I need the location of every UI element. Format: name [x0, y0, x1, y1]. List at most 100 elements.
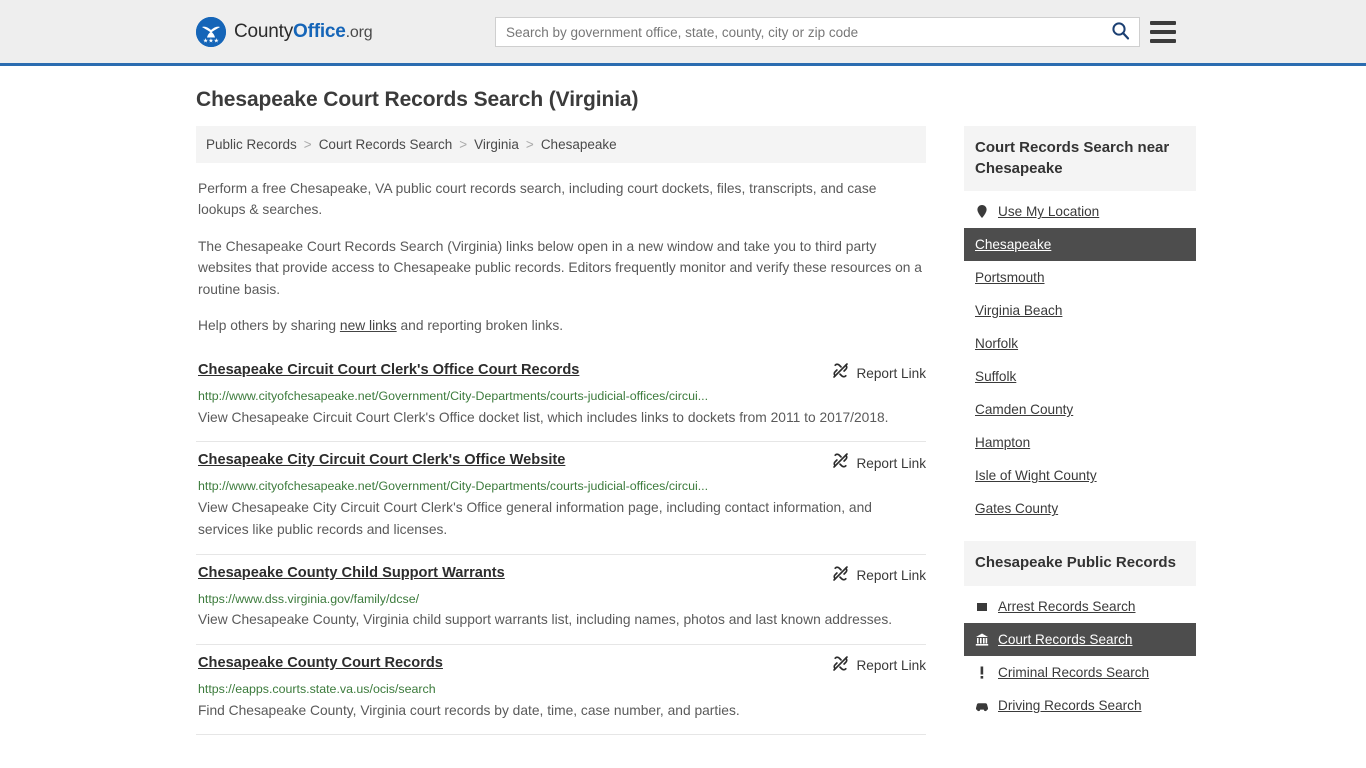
report-link-button[interactable]: Report Link — [832, 655, 926, 677]
brand-part-office: Office — [293, 20, 346, 42]
intro-text: Perform a free Chesapeake, VA public cou… — [196, 178, 926, 336]
site-logo-link[interactable]: ★★★ CountyOffice.org — [196, 16, 373, 47]
search-bar[interactable] — [495, 17, 1140, 47]
breadcrumb-item-chesapeake[interactable]: Chesapeake — [541, 137, 617, 152]
sidebar-item-label[interactable]: Use My Location — [998, 204, 1099, 219]
sidebar-item-criminal-records-search[interactable]: Criminal Records Search — [964, 656, 1196, 689]
page-title: Chesapeake Court Records Search (Virgini… — [196, 88, 639, 111]
result-title-link[interactable]: Chesapeake County Child Support Warrants — [198, 564, 505, 583]
intro-paragraph-3: Help others by sharing new links and rep… — [198, 315, 926, 336]
nearby-searches-box: Court Records Search near Chesapeake Use… — [964, 126, 1196, 525]
new-links-link[interactable]: new links — [340, 318, 397, 333]
sidebar-item-label[interactable]: Camden County — [975, 402, 1073, 417]
sidebar-item-suffolk[interactable]: Suffolk — [964, 360, 1196, 393]
sidebar-item-camden-county[interactable]: Camden County — [964, 393, 1196, 426]
svg-text:★★★: ★★★ — [203, 37, 219, 44]
sidebar-item-chesapeake[interactable]: Chesapeake — [964, 228, 1196, 262]
result-title-link[interactable]: Chesapeake Circuit Court Clerk's Office … — [198, 361, 579, 380]
public-records-list: Arrest Records Search Court Records Searc… — [964, 590, 1196, 722]
public-records-title: Chesapeake Public Records — [964, 541, 1196, 587]
map-pin-icon — [975, 204, 989, 219]
broken-link-icon — [832, 565, 849, 587]
hamburger-bar-2 — [1150, 30, 1176, 34]
report-link-button[interactable]: Report Link — [832, 452, 926, 474]
intro-p3-before: Help others by sharing — [198, 317, 340, 333]
sidebar-item-label[interactable]: Isle of Wight County — [975, 468, 1097, 483]
public-records-box: Chesapeake Public Records Arrest Records… — [964, 541, 1196, 722]
result-description: View Chesapeake County, Virginia child s… — [198, 612, 893, 628]
courthouse-icon — [975, 632, 989, 647]
report-link-button[interactable]: Report Link — [832, 362, 926, 384]
brand-part-org: .org — [345, 23, 373, 41]
sidebar-item-label[interactable]: Court Records Search — [998, 632, 1132, 647]
handcuffs-icon — [975, 599, 989, 614]
result-url[interactable]: https://www.dss.virginia.gov/family/dcse… — [198, 591, 926, 608]
result-url[interactable]: http://www.cityofchesapeake.net/Governme… — [198, 388, 926, 405]
sidebar-item-driving-records-search[interactable]: Driving Records Search — [964, 689, 1196, 722]
breadcrumb-separator: > — [303, 137, 312, 152]
sidebar-item-hampton[interactable]: Hampton — [964, 426, 1196, 459]
sidebar-item-label[interactable]: Virginia Beach — [975, 303, 1062, 318]
report-link-label: Report Link — [856, 658, 926, 674]
result-title-link[interactable]: Chesapeake City Circuit Court Clerk's Of… — [198, 451, 565, 470]
result-header: Chesapeake Circuit Court Clerk's Office … — [198, 361, 926, 384]
result-item: Chesapeake County Court Records Report Li… — [196, 645, 926, 735]
broken-link-icon — [832, 655, 849, 677]
sidebar-item-label[interactable]: Gates County — [975, 501, 1058, 516]
main-column: Public Records > Court Records Search > Virg… — [196, 126, 926, 735]
nearby-searches-list: Use My Location Chesapeake Portsmouth Virgi… — [964, 195, 1196, 525]
sidebar-item-label[interactable]: Arrest Records Search — [998, 599, 1136, 614]
result-header: Chesapeake City Circuit Court Clerk's Of… — [198, 451, 926, 474]
sidebar-item-label[interactable]: Hampton — [975, 435, 1030, 450]
sidebar-item-label[interactable]: Driving Records Search — [998, 698, 1142, 713]
breadcrumb-item-virginia[interactable]: Virginia — [474, 137, 519, 152]
eagle-shield-logo-icon: ★★★ — [196, 16, 226, 47]
brand-part-county: County — [234, 20, 294, 42]
sidebar: Court Records Search near Chesapeake Use… — [964, 126, 1196, 728]
search-button[interactable] — [1101, 18, 1139, 46]
sidebar-item-label[interactable]: Portsmouth — [975, 270, 1045, 285]
result-url[interactable]: http://www.cityofchesapeake.net/Governme… — [198, 478, 926, 495]
car-icon — [975, 698, 989, 713]
sidebar-item-label[interactable]: Chesapeake — [975, 237, 1051, 252]
result-description: Find Chesapeake County, Virginia court r… — [198, 702, 740, 718]
result-item: Chesapeake City Circuit Court Clerk's Of… — [196, 442, 926, 555]
intro-paragraph-1: Perform a free Chesapeake, VA public cou… — [198, 181, 877, 218]
sidebar-item-virginia-beach[interactable]: Virginia Beach — [964, 294, 1196, 327]
sidebar-item-arrest-records-search[interactable]: Arrest Records Search — [964, 590, 1196, 623]
intro-p3-after: and reporting broken links. — [396, 317, 564, 333]
result-title-link[interactable]: Chesapeake County Court Records — [198, 654, 443, 673]
sidebar-item-portsmouth[interactable]: Portsmouth — [964, 261, 1196, 294]
result-list: Chesapeake Circuit Court Clerk's Office … — [196, 352, 926, 735]
breadcrumb-separator: > — [459, 137, 468, 152]
sidebar-item-label[interactable]: Norfolk — [975, 336, 1018, 351]
breadcrumb: Public Records > Court Records Search > Virg… — [196, 126, 926, 163]
result-description: View Chesapeake Circuit Court Clerk's Of… — [198, 409, 889, 425]
breadcrumb-item-public-records[interactable]: Public Records — [206, 137, 297, 152]
breadcrumb-item-court-records-search[interactable]: Court Records Search — [319, 137, 453, 152]
result-header: Chesapeake County Child Support Warrants… — [198, 564, 926, 587]
sidebar-item-isle-of-wight-county[interactable]: Isle of Wight County — [964, 459, 1196, 492]
content-columns: Public Records > Court Records Search > Virg… — [196, 126, 1196, 735]
sidebar-item-label[interactable]: Criminal Records Search — [998, 665, 1149, 680]
broken-link-icon — [832, 362, 849, 384]
result-item: Chesapeake Circuit Court Clerk's Office … — [196, 352, 926, 443]
sidebar-item-court-records-search[interactable]: Court Records Search — [964, 623, 1196, 657]
report-link-button[interactable]: Report Link — [832, 565, 926, 587]
search-icon — [1111, 21, 1130, 43]
site-header: ★★★ CountyOffice.org — [0, 0, 1366, 66]
breadcrumb-separator: > — [525, 137, 534, 152]
report-link-label: Report Link — [856, 568, 926, 584]
sidebar-item-use-my-location[interactable]: Use My Location — [964, 195, 1196, 228]
search-input[interactable] — [496, 18, 1101, 46]
sidebar-item-norfolk[interactable]: Norfolk — [964, 327, 1196, 360]
hamburger-bar-1 — [1150, 21, 1176, 25]
result-description: View Chesapeake City Circuit Court Clerk… — [198, 500, 872, 538]
sidebar-item-gates-county[interactable]: Gates County — [964, 492, 1196, 525]
sidebar-item-label[interactable]: Suffolk — [975, 369, 1016, 384]
exclamation-icon — [975, 665, 989, 680]
report-link-label: Report Link — [856, 365, 926, 381]
hamburger-menu-icon[interactable] — [1150, 19, 1176, 45]
result-url[interactable]: https://eapps.courts.state.va.us/ocis/se… — [198, 681, 926, 698]
